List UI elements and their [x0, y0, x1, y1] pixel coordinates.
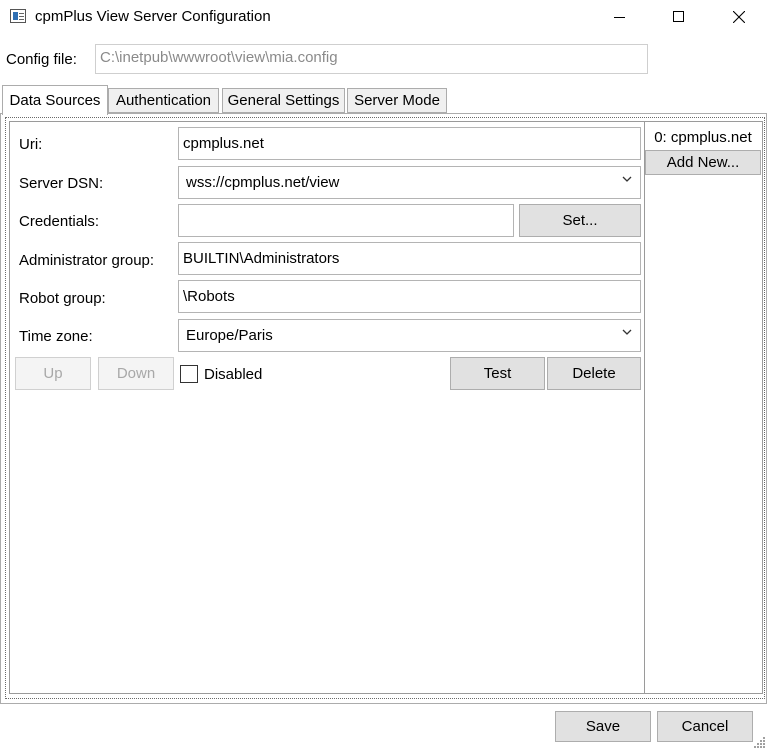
admin-group-label: Administrator group: — [19, 252, 155, 269]
test-button[interactable]: Test — [450, 357, 545, 390]
delete-button[interactable]: Delete — [547, 357, 641, 390]
minimize-icon — [614, 17, 625, 18]
tab-authentication[interactable]: Authentication — [108, 88, 219, 113]
down-button[interactable]: Down — [98, 357, 174, 390]
cancel-button[interactable]: Cancel — [657, 711, 753, 742]
time-zone-label: Time zone: — [19, 328, 93, 345]
tab-data-sources[interactable]: Data Sources — [2, 85, 108, 115]
close-icon — [733, 11, 745, 23]
save-button[interactable]: Save — [555, 711, 651, 742]
config-file-input[interactable]: C:\inetpub\wwwroot\view\mia.config — [95, 44, 648, 74]
list-divider — [644, 121, 645, 694]
robot-group-label: Robot group: — [19, 290, 106, 307]
credentials-input[interactable] — [178, 204, 514, 237]
add-new-button[interactable]: Add New... — [645, 150, 761, 175]
time-zone-value: Europe/Paris — [186, 327, 273, 344]
time-zone-select[interactable]: Europe/Paris — [178, 319, 641, 352]
tab-general-settings[interactable]: General Settings — [222, 88, 345, 113]
config-file-label: Config file: — [6, 51, 77, 68]
resize-grip-icon[interactable] — [754, 736, 766, 748]
maximize-icon — [673, 11, 684, 22]
maximize-button[interactable] — [656, 0, 702, 34]
datasource-list-item[interactable]: 0: cpmplus.net — [646, 125, 760, 149]
server-dsn-value: wss://cpmplus.net/view — [186, 174, 340, 191]
tab-server-mode[interactable]: Server Mode — [347, 88, 447, 113]
uri-input[interactable]: cpmplus.net — [178, 127, 641, 160]
server-dsn-select[interactable]: wss://cpmplus.net/view — [178, 166, 641, 199]
set-credentials-button[interactable]: Set... — [519, 204, 641, 237]
minimize-button[interactable] — [597, 0, 643, 34]
disabled-checkbox[interactable] — [180, 365, 198, 383]
robot-group-input[interactable]: \Robots — [178, 280, 641, 313]
uri-label: Uri: — [19, 136, 43, 153]
window-title: cpmPlus View Server Configuration — [35, 8, 271, 25]
app-icon — [10, 9, 26, 23]
admin-group-input[interactable]: BUILTIN\Administrators — [178, 242, 641, 275]
chevron-down-icon — [622, 176, 632, 182]
disabled-label: Disabled — [204, 366, 263, 383]
close-button[interactable] — [716, 0, 762, 34]
up-button[interactable]: Up — [15, 357, 91, 390]
chevron-down-icon — [622, 329, 632, 335]
server-dsn-label: Server DSN: — [19, 175, 104, 192]
credentials-label: Credentials: — [19, 213, 100, 230]
